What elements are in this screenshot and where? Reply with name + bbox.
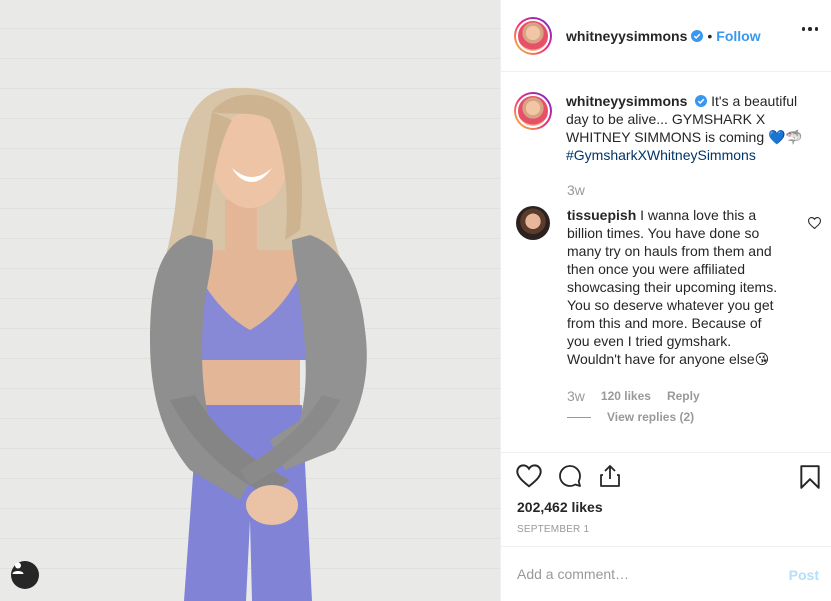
user-tag-icon[interactable] (11, 561, 39, 589)
post-details-panel: whitneyysimmons • Follow whitneyysimmons… (500, 0, 831, 601)
verified-icon (691, 29, 704, 42)
post-actions: 202,462 likes SEPTEMBER 1 (501, 452, 831, 546)
follow-button[interactable]: Follow (716, 28, 760, 44)
post-image[interactable] (0, 0, 500, 601)
post-comment-button[interactable]: Post (789, 567, 819, 583)
more-options-icon[interactable] (801, 27, 818, 31)
post-caption: whitneyysimmons It's a beautiful day to … (514, 92, 824, 164)
comment-item: tissuepish I wanna love this a billion t… (514, 206, 824, 368)
caption-username[interactable]: whitneyysimmons (566, 93, 687, 109)
comment-time[interactable]: 3w (567, 388, 585, 404)
replies-divider (567, 416, 591, 418)
post-date[interactable]: SEPTEMBER 1 (517, 524, 589, 535)
comment-likes[interactable]: 120 likes (601, 389, 651, 403)
comment-meta: 3w 120 likes Reply (567, 388, 700, 404)
likes-count[interactable]: 202,462 likes (517, 499, 603, 515)
like-comment-icon[interactable] (808, 217, 821, 229)
post-header: whitneyysimmons • Follow (501, 0, 831, 72)
caption-avatar[interactable] (514, 92, 552, 130)
author-username[interactable]: whitneyysimmons (566, 28, 687, 44)
caption-time[interactable]: 3w (567, 182, 585, 198)
view-replies-button[interactable]: View replies (2) (567, 410, 694, 424)
heart-icon[interactable] (516, 464, 542, 488)
commenter-avatar[interactable] (516, 206, 550, 240)
caption-hashtag[interactable]: #GymsharkXWhitneySimmons (566, 147, 756, 163)
comment-icon[interactable] (557, 464, 583, 488)
reply-button[interactable]: Reply (667, 389, 700, 403)
view-replies-label[interactable]: View replies (2) (607, 410, 694, 424)
separator-dot: • (707, 27, 713, 44)
comment-input[interactable] (517, 566, 767, 582)
commenter-username[interactable]: tissuepish (567, 207, 636, 223)
author-avatar[interactable] (514, 16, 552, 55)
share-icon[interactable] (598, 464, 622, 488)
add-comment-bar: Post (501, 546, 831, 601)
model-figure (150, 87, 367, 601)
comment-text: tissuepish I wanna love this a billion t… (567, 206, 779, 368)
caption-text: whitneyysimmons It's a beautiful day to … (566, 92, 806, 164)
verified-icon (695, 95, 708, 107)
bookmark-icon[interactable] (799, 464, 821, 490)
comment-body: I wanna love this a billion times. You h… (567, 207, 778, 367)
comments-list[interactable]: whitneyysimmons It's a beautiful day to … (501, 72, 831, 450)
